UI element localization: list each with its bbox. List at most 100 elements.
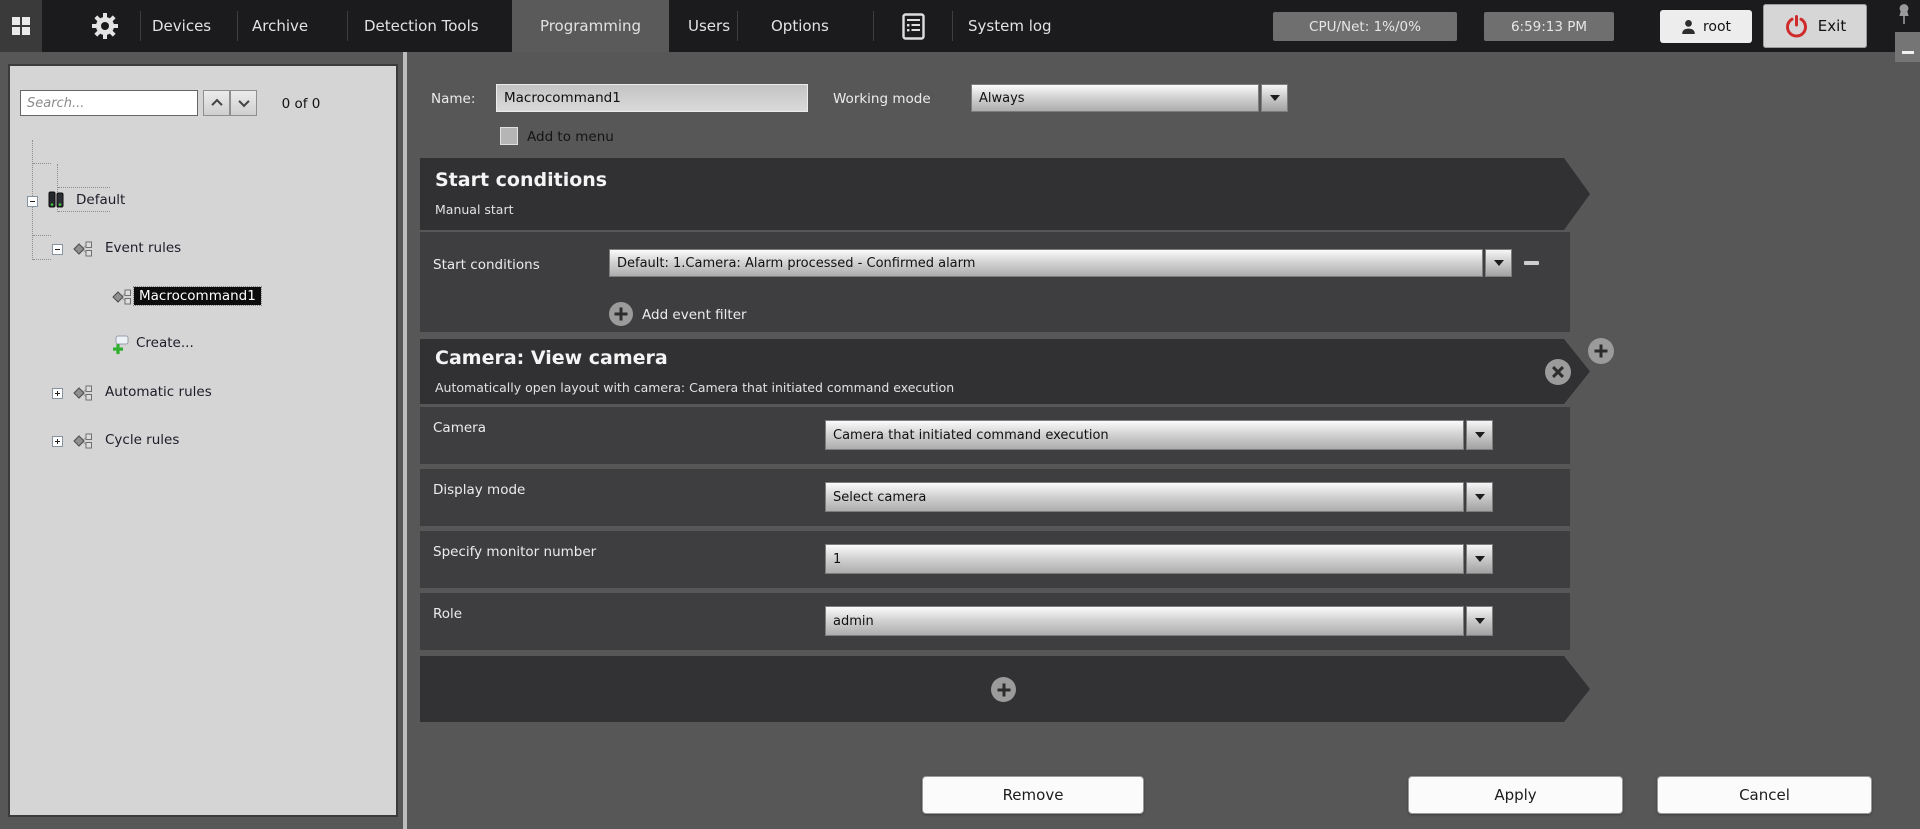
rule-icon bbox=[73, 241, 93, 257]
add-action-button[interactable] bbox=[1588, 338, 1614, 364]
nav-tab-devices[interactable]: Devices bbox=[152, 0, 211, 52]
pin-icon[interactable] bbox=[1896, 3, 1912, 29]
cpu-net-indicator[interactable]: CPU/Net: 1%/0% bbox=[1273, 12, 1457, 41]
working-mode-select[interactable]: Always bbox=[971, 84, 1259, 112]
section-subtitle: Manual start bbox=[435, 202, 514, 217]
start-conditions-body: Start conditions Default: 1.Camera: Alar… bbox=[420, 232, 1570, 332]
user-name: root bbox=[1703, 19, 1731, 35]
tree-item-label[interactable]: Automatic rules bbox=[105, 384, 212, 400]
section-subtitle: Automatically open layout with camera: C… bbox=[435, 380, 954, 395]
monitor-number-label: Specify monitor number bbox=[433, 544, 596, 560]
role-label: Role bbox=[433, 606, 462, 622]
chevron-up-icon bbox=[211, 99, 222, 110]
monitor-number-row: Specify monitor number 1 bbox=[420, 531, 1570, 588]
close-section-button[interactable] bbox=[1545, 359, 1571, 385]
settings-gear-button[interactable] bbox=[90, 11, 120, 45]
panel-splitter[interactable] bbox=[403, 52, 407, 829]
tree-connector bbox=[58, 187, 110, 188]
tree-connector bbox=[33, 235, 51, 236]
working-mode-select-arrow[interactable] bbox=[1261, 84, 1288, 112]
user-icon bbox=[1681, 19, 1696, 35]
name-label: Name: bbox=[431, 91, 475, 107]
expander-minus-icon[interactable] bbox=[27, 196, 38, 207]
remove-button[interactable]: Remove bbox=[922, 776, 1144, 814]
search-next-button[interactable] bbox=[230, 90, 257, 116]
power-icon bbox=[1784, 14, 1809, 39]
start-conditions-select[interactable]: Default: 1.Camera: Alarm processed - Con… bbox=[609, 249, 1483, 277]
tree-item-label-selected[interactable]: Macrocommand1 bbox=[134, 287, 261, 305]
section-title: Start conditions bbox=[435, 169, 607, 191]
tree-item-label[interactable]: Event rules bbox=[105, 240, 181, 256]
start-conditions-header: Start conditions Manual start bbox=[420, 158, 1590, 230]
exit-button[interactable]: Exit bbox=[1763, 4, 1867, 48]
add-event-filter-label[interactable]: Add event filter bbox=[642, 307, 747, 323]
top-menu-bar: Devices Archive Detection Tools Programm… bbox=[0, 0, 1920, 52]
create-icon bbox=[112, 335, 130, 355]
nav-tab-users[interactable]: Users bbox=[688, 0, 730, 52]
expander-minus-icon[interactable] bbox=[52, 244, 63, 255]
search-match-counter: 0 of 0 bbox=[262, 96, 340, 112]
add-action-band-button[interactable] bbox=[991, 677, 1016, 702]
gear-icon bbox=[90, 11, 120, 41]
display-mode-row: Display mode Select camera bbox=[420, 469, 1570, 526]
apps-grid-button[interactable] bbox=[0, 0, 42, 52]
role-select-arrow[interactable] bbox=[1466, 606, 1493, 636]
rule-icon bbox=[73, 433, 93, 449]
menu-separator bbox=[873, 11, 874, 41]
exit-label: Exit bbox=[1818, 17, 1846, 35]
monitor-number-select-arrow[interactable] bbox=[1466, 544, 1493, 574]
working-mode-label: Working mode bbox=[833, 91, 931, 107]
tree-item-label[interactable]: Create... bbox=[136, 335, 194, 351]
camera-select-arrow[interactable] bbox=[1466, 420, 1493, 450]
current-user-button[interactable]: root bbox=[1660, 10, 1752, 43]
add-to-menu-label: Add to menu bbox=[527, 129, 614, 145]
tree-connector bbox=[33, 259, 51, 260]
add-action-band bbox=[420, 656, 1590, 722]
minimize-icon bbox=[1902, 51, 1914, 54]
tree-item-label[interactable]: Default bbox=[76, 192, 125, 208]
camera-row: Camera Camera that initiated command exe… bbox=[420, 407, 1570, 464]
cancel-button[interactable]: Cancel bbox=[1657, 776, 1872, 814]
menu-separator bbox=[347, 11, 348, 41]
start-conditions-field-label: Start conditions bbox=[433, 257, 540, 273]
nav-tab-programming-active[interactable]: Programming bbox=[512, 0, 669, 52]
menu-separator bbox=[952, 11, 953, 41]
nav-tab-options[interactable]: Options bbox=[771, 0, 829, 52]
add-event-filter-button[interactable] bbox=[609, 302, 633, 326]
search-input[interactable] bbox=[20, 90, 198, 116]
display-mode-select-arrow[interactable] bbox=[1466, 482, 1493, 512]
name-field[interactable] bbox=[496, 84, 808, 112]
menu-separator bbox=[237, 11, 238, 41]
servers-icon bbox=[46, 190, 66, 210]
nav-tab-archive[interactable]: Archive bbox=[252, 0, 308, 52]
apps-grid-icon bbox=[12, 17, 31, 36]
add-to-menu-checkbox[interactable] bbox=[500, 127, 518, 145]
object-tree-panel: 0 of 0 Default E bbox=[8, 64, 398, 817]
clock-indicator[interactable]: 6:59:13 PM bbox=[1484, 12, 1614, 41]
start-conditions-select-arrow[interactable] bbox=[1485, 249, 1512, 277]
apply-button[interactable]: Apply bbox=[1408, 776, 1623, 814]
display-mode-select[interactable]: Select camera bbox=[825, 482, 1464, 512]
nav-tab-detection-tools[interactable]: Detection Tools bbox=[364, 0, 479, 52]
role-select[interactable]: admin bbox=[825, 606, 1464, 636]
tree-item-label[interactable]: Cycle rules bbox=[105, 432, 179, 448]
minimize-button[interactable] bbox=[1895, 32, 1920, 62]
app-window: Devices Archive Detection Tools Programm… bbox=[0, 0, 1920, 829]
search-prev-button[interactable] bbox=[203, 90, 230, 116]
role-row: Role admin bbox=[420, 593, 1570, 650]
camera-label: Camera bbox=[433, 420, 486, 436]
rule-icon bbox=[112, 289, 132, 305]
section-title: Camera: View camera bbox=[435, 347, 668, 369]
remove-condition-button[interactable] bbox=[1524, 261, 1539, 265]
expander-plus-icon[interactable] bbox=[52, 436, 63, 447]
nav-tab-system-log[interactable]: System log bbox=[968, 0, 1052, 52]
expander-plus-icon[interactable] bbox=[52, 388, 63, 399]
chevron-down-icon bbox=[238, 96, 249, 107]
menu-separator bbox=[737, 11, 738, 41]
system-log-icon[interactable] bbox=[902, 13, 925, 44]
camera-select[interactable]: Camera that initiated command execution bbox=[825, 420, 1464, 450]
tree-connector bbox=[58, 211, 110, 212]
tree-connector bbox=[33, 163, 51, 164]
monitor-number-select[interactable]: 1 bbox=[825, 544, 1464, 574]
menu-separator bbox=[140, 11, 141, 41]
